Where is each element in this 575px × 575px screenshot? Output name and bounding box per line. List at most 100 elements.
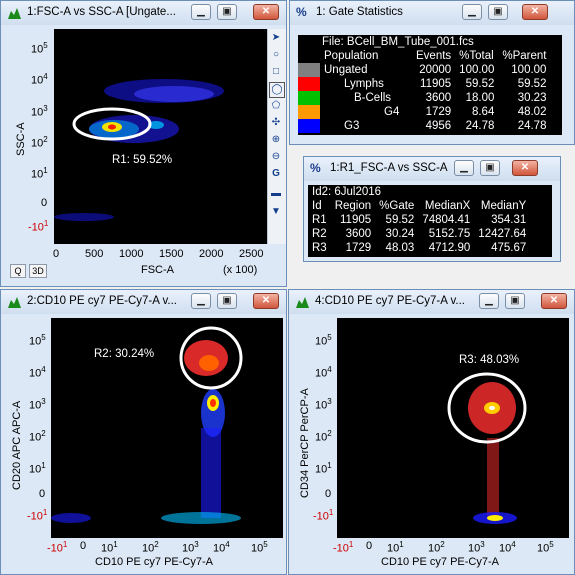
region-id: R1 [312, 214, 327, 226]
table-row[interactable]: R2 3600 30.24 5152.75 12427.64 [308, 227, 530, 241]
close-button[interactable]: ✕ [512, 160, 538, 176]
y-tick: 105 [315, 333, 332, 348]
y-tick: 105 [29, 333, 46, 348]
table-row[interactable]: B-Cells 3600 18.00 30.23 [298, 91, 550, 105]
median-y: 354.31 [491, 214, 527, 226]
plot-area[interactable]: R1: 59.52% [54, 29, 267, 244]
header-cell: Id [312, 200, 322, 212]
table-row[interactable]: G4 1729 8.64 48.02 [298, 105, 550, 119]
table-row[interactable]: R1 11905 59.52 74804.41 354.31 [308, 213, 530, 227]
app-icon [8, 8, 21, 19]
titlebar[interactable]: 2:CD10 PE cy7 PE-Cy7-A v... ▁ ▣ ✕ [1, 290, 286, 314]
region-count: 3600 [345, 228, 372, 240]
region-count: 11905 [340, 214, 372, 226]
region-stats-table: Id2: 6Jul2016 Id Region %Gate MedianX Me… [308, 185, 552, 257]
window-title: 4:CD10 PE cy7 PE-Cy7-A v... [315, 295, 465, 307]
polygon-tool-icon[interactable]: ⬠ [269, 99, 283, 113]
pct-gate: 30.24 [385, 228, 415, 240]
y-tick: 103 [29, 397, 46, 412]
minimize-button[interactable]: ▁ [454, 160, 474, 176]
x-tick: 2500 [239, 248, 264, 260]
x-tick: 103 [182, 540, 199, 555]
y-tick: -101 [313, 508, 334, 523]
x-axis-label: CD10 PE cy7 PE-Cy7-A [381, 556, 499, 568]
chevron-down-icon[interactable]: ▼ [269, 205, 283, 219]
plot-area[interactable]: R3: 48.03% [337, 318, 569, 538]
close-button[interactable]: ✕ [253, 293, 279, 309]
table-row[interactable]: Ungated 20000 100.00 100.00 [298, 63, 550, 77]
close-button[interactable]: ✕ [253, 4, 279, 20]
region-id: R2 [312, 228, 327, 240]
x-tick: -101 [333, 540, 354, 555]
x-tick: 105 [251, 540, 268, 555]
color-swatch [298, 77, 320, 91]
window-region-stats: % 1:R1_FSC-A vs SSC-A ▁ ▣ ✕ Id2: 6Jul201… [303, 156, 561, 262]
q-button[interactable]: Q [10, 264, 26, 278]
events: 4956 [425, 120, 452, 132]
y-tick: 102 [31, 135, 48, 150]
pct-parent: 30.23 [517, 92, 547, 104]
maximize-button[interactable]: ▣ [217, 293, 237, 309]
titlebar[interactable]: 1:FSC-A vs SSC-A [Ungate... ▁ ▣ ✕ [1, 1, 286, 25]
x-tick: 0 [366, 540, 373, 552]
window-title: 1: Gate Statistics [316, 6, 403, 18]
maximize-button[interactable]: ▣ [505, 293, 525, 309]
pct-total: 8.64 [471, 106, 495, 118]
pointer-icon[interactable]: ➤ [269, 31, 283, 45]
ellipse-tool-icon[interactable]: ◯ [269, 82, 285, 98]
pct-total: 100.00 [459, 64, 495, 76]
window-fsc-ssc: 1:FSC-A vs SSC-A [Ungate... ▁ ▣ ✕ R1: 59… [0, 0, 287, 287]
crosshair-icon[interactable]: ✣ [269, 116, 283, 130]
minimize-button[interactable]: ▁ [191, 293, 211, 309]
circle-tool-icon[interactable]: ○ [269, 48, 283, 62]
pct-gate: 59.52 [385, 214, 415, 226]
header-cell: MedianY [480, 200, 527, 212]
pct-gate: 48.03 [385, 242, 415, 254]
3d-button[interactable]: 3D [29, 264, 47, 278]
x-tick: 102 [142, 540, 159, 555]
table-row[interactable]: R3 1729 48.03 4712.90 475.67 [308, 241, 530, 255]
titlebar[interactable]: 4:CD10 PE cy7 PE-Cy7-A v... ▁ ▣ ✕ [289, 290, 574, 314]
x-tick: 104 [213, 540, 230, 555]
percent-icon: % [310, 161, 321, 175]
titlebar[interactable]: % 1: Gate Statistics ▁ ▣ ✕ [290, 1, 574, 25]
minimize-button[interactable]: ▁ [462, 4, 482, 20]
maximize-button[interactable]: ▣ [488, 4, 508, 20]
zoom-out-icon[interactable]: ⊖ [269, 150, 283, 164]
titlebar[interactable]: % 1:R1_FSC-A vs SSC-A ▁ ▣ ✕ [304, 157, 560, 181]
x-tick: 102 [428, 540, 445, 555]
color-swatch [298, 119, 320, 133]
x-tick: 103 [468, 540, 485, 555]
minimize-button[interactable]: ▁ [191, 4, 211, 20]
x-tick: 105 [537, 540, 554, 555]
close-button[interactable]: ✕ [522, 4, 548, 20]
header-cell: Population [324, 50, 379, 62]
rectangle-tool-icon[interactable]: □ [269, 65, 283, 79]
x-scale-note: (x 100) [223, 264, 258, 276]
window-gate-statistics: % 1: Gate Statistics ▁ ▣ ✕ File: BCell_B… [289, 0, 575, 145]
plot-area[interactable]: R2: 30.24% [51, 318, 283, 538]
gate-g1-icon[interactable]: G [269, 167, 283, 181]
x-tick: -101 [47, 540, 68, 555]
density-plot [447, 372, 527, 524]
table-row[interactable]: Lymphs 11905 59.52 59.52 [298, 77, 550, 91]
x-tick: 104 [499, 540, 516, 555]
gate-statistics-table: File: BCell_BM_Tube_001.fcs Population E… [298, 35, 562, 135]
y-tick: 0 [325, 488, 332, 500]
y-tick: 104 [31, 72, 48, 87]
pct-total: 59.52 [465, 78, 495, 90]
y-tick: 102 [315, 429, 332, 444]
window-title: 1:R1_FSC-A vs SSC-A [330, 162, 448, 174]
population-name: Ungated [324, 64, 368, 76]
y-axis-label: SSC-A [15, 122, 27, 156]
y-tick: 0 [39, 488, 46, 500]
color-swatch [298, 105, 320, 119]
maximize-button[interactable]: ▣ [480, 160, 500, 176]
table-row[interactable]: G3 4956 24.78 24.78 [298, 119, 550, 133]
close-button[interactable]: ✕ [541, 293, 567, 309]
pct-total: 18.00 [465, 92, 495, 104]
minimize-button[interactable]: ▁ [479, 293, 499, 309]
zoom-in-icon[interactable]: ⊕ [269, 133, 283, 147]
y-tick: 102 [29, 429, 46, 444]
maximize-button[interactable]: ▣ [217, 4, 237, 20]
